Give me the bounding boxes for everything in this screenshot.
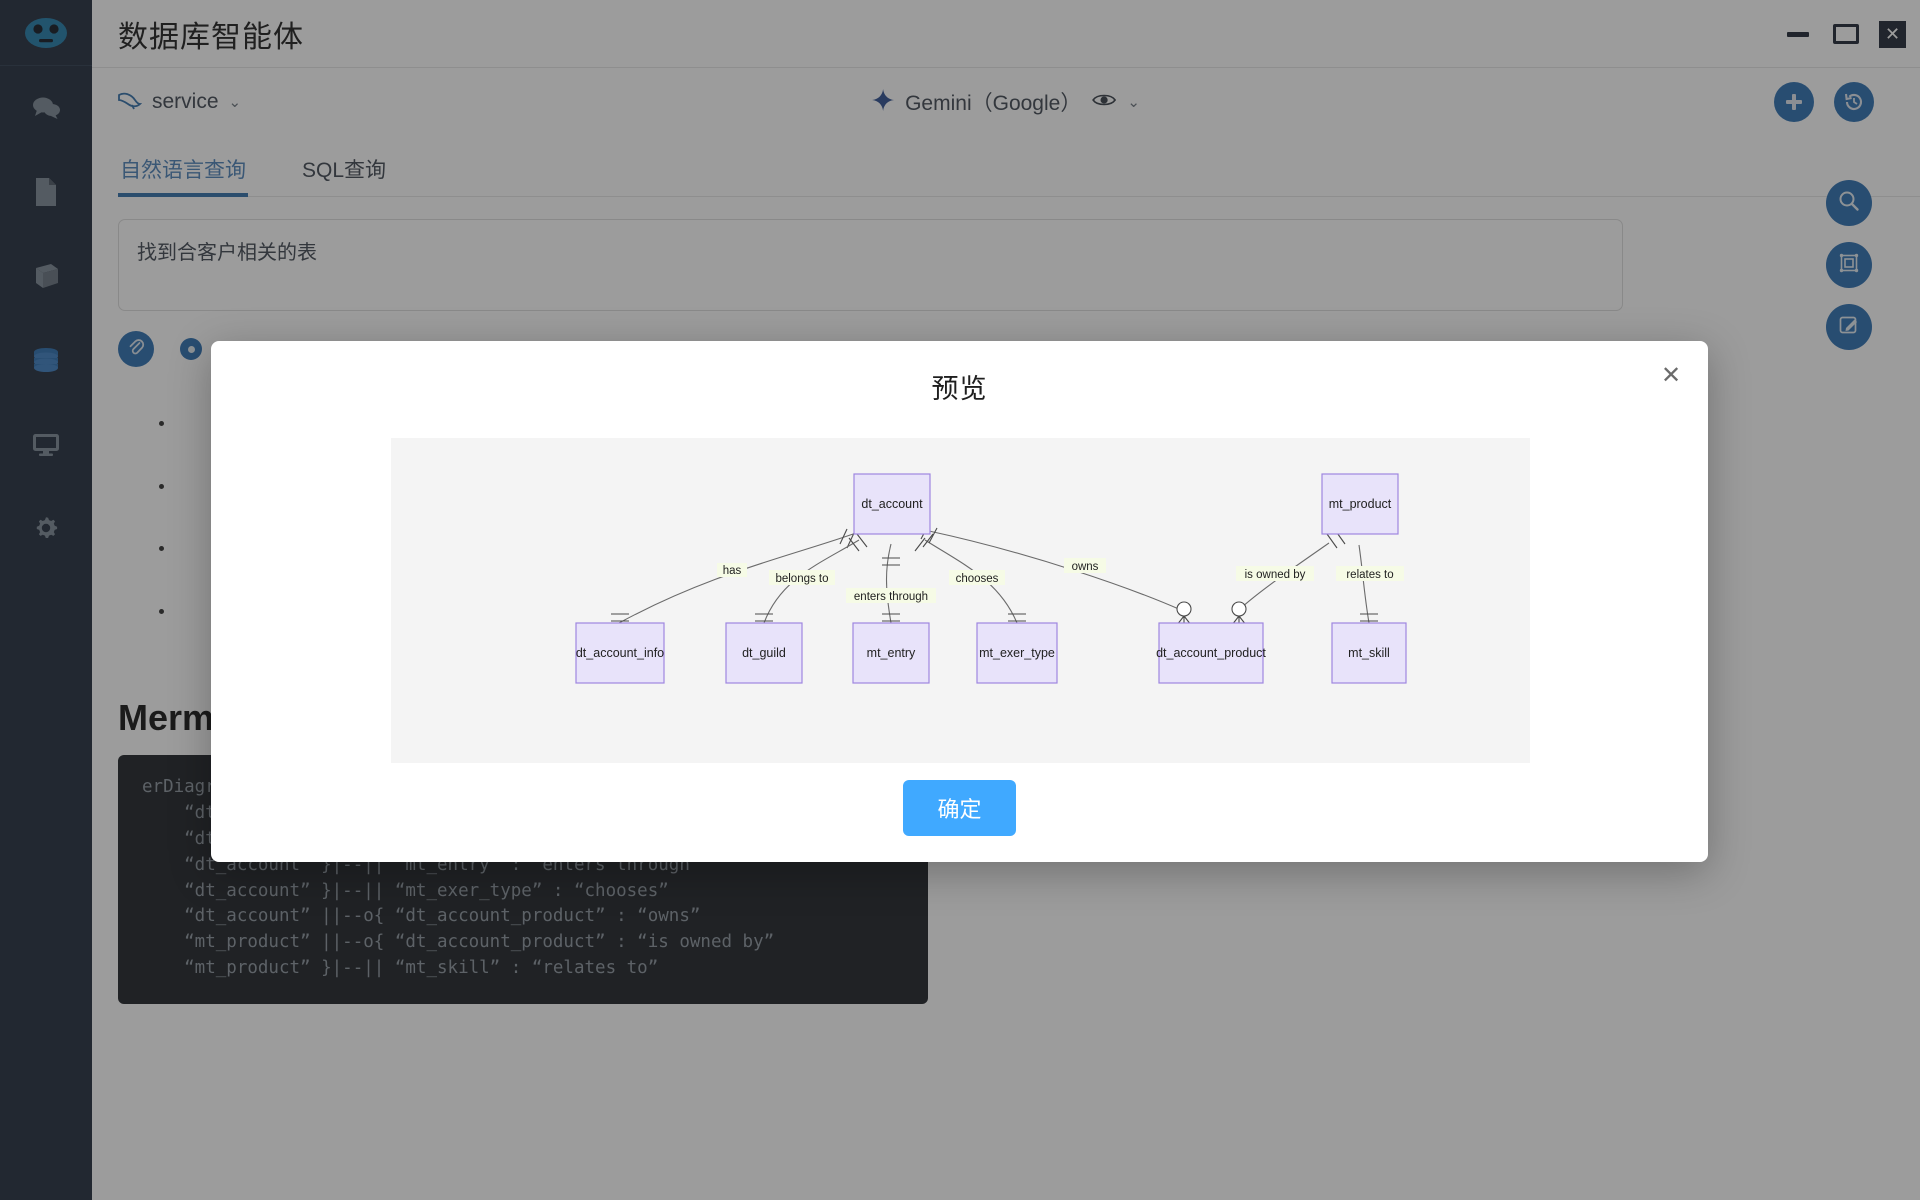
er-entity-label: mt_skill	[1348, 646, 1390, 660]
er-entity-mt_skill[interactable]: mt_skill	[1332, 623, 1406, 683]
er-entity-label: dt_account_product	[1156, 646, 1266, 660]
er-relationship-label: chooses	[956, 573, 999, 585]
er-edge-chooses: chooses	[915, 534, 1026, 623]
er-entity-mt_entry[interactable]: mt_entry	[853, 623, 929, 683]
er-entity-dt_account_product[interactable]: dt_account_product	[1156, 623, 1266, 683]
er-diagram-svg: has belongs to	[391, 438, 1530, 763]
er-relationship-label: is owned by	[1245, 569, 1306, 581]
er-relationship-label: enters through	[854, 591, 928, 603]
er-edge-is-owned-by: is owned by	[1228, 530, 1345, 630]
app-window: 数据库智能体 ✕ service ⌄	[0, 0, 1920, 1200]
er-entity-label: mt_product	[1329, 497, 1392, 511]
confirm-button[interactable]: 确定	[903, 780, 1015, 836]
er-entity-label: mt_exer_type	[979, 646, 1055, 660]
er-entity-label: dt_account_info	[576, 646, 664, 660]
preview-modal: 预览 ✕ has	[211, 341, 1708, 862]
er-edge-relates-to: relates to	[1336, 545, 1404, 623]
er-entity-dt_guild[interactable]: dt_guild	[726, 623, 802, 683]
er-diagram-canvas[interactable]: has belongs to	[391, 438, 1530, 763]
modal-footer: 确定	[211, 780, 1708, 836]
er-edge-enters-through: enters through	[846, 544, 936, 623]
er-entity-label: dt_guild	[742, 646, 786, 660]
er-entity-label: dt_account	[861, 497, 923, 511]
er-relationship-label: has	[723, 565, 742, 577]
er-relationship-label: belongs to	[775, 573, 828, 585]
er-entity-dt_account_info[interactable]: dt_account_info	[576, 623, 664, 683]
er-entity-dt_account[interactable]: dt_account	[854, 474, 930, 534]
er-entity-label: mt_entry	[867, 646, 916, 660]
er-entity-mt_exer_type[interactable]: mt_exer_type	[977, 623, 1057, 683]
er-entity-mt_product[interactable]: mt_product	[1322, 474, 1398, 534]
er-relationship-label: owns	[1072, 561, 1099, 573]
er-relationship-label: relates to	[1346, 569, 1393, 581]
modal-title: 预览	[211, 341, 1708, 406]
close-icon[interactable]: ✕	[1656, 361, 1686, 391]
